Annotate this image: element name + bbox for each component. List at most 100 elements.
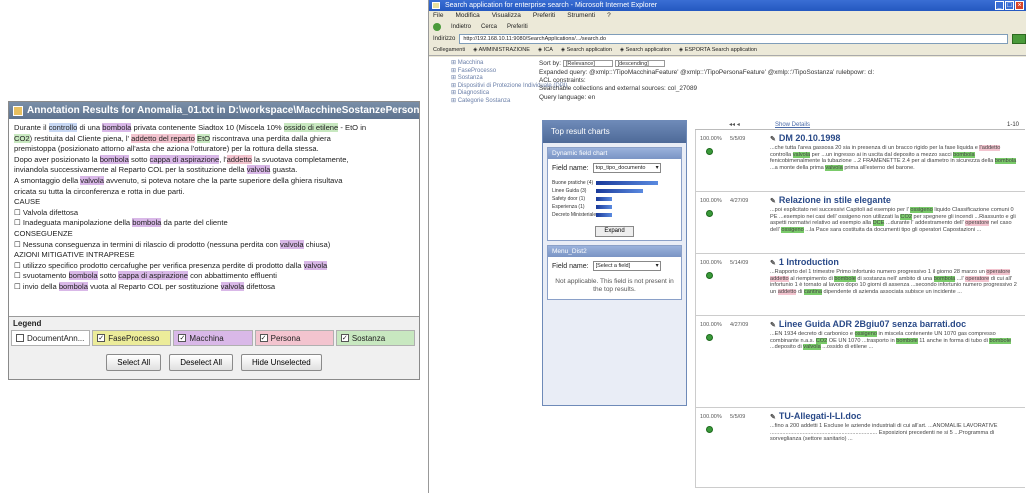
result-title-text[interactable]: TU-Allegati-I-LI.doc — [779, 411, 862, 421]
paging[interactable]: 1-10 — [1007, 120, 1019, 130]
checkbox[interactable]: ✓ — [340, 334, 349, 342]
minimize-icon[interactable]: _ — [995, 1, 1004, 10]
hide-unselected-button[interactable]: Hide Unselected — [241, 354, 322, 371]
relevance-icon — [706, 334, 713, 341]
annotation-highlight[interactable]: valvola — [220, 281, 245, 291]
annotation-highlight[interactable]: cappa di aspirazione — [118, 271, 189, 281]
bar[interactable] — [596, 197, 612, 201]
menu-item[interactable]: Modifica — [455, 11, 479, 21]
legend-category-persona[interactable]: ✓ Persona — [254, 330, 334, 346]
menu-item[interactable]: File — [433, 11, 443, 21]
result-title[interactable]: ✎ Relazione in stile elegante — [770, 195, 891, 205]
checkbox[interactable] — [16, 334, 24, 342]
text-line: ☐ invio della bombola vuota al Reparto C… — [14, 281, 414, 293]
checkbox[interactable]: ✓ — [178, 334, 187, 342]
browser-title-bar[interactable]: Search application for enterprise search… — [429, 0, 1026, 11]
page-nav-icon[interactable]: ◂◂ ◂ — [729, 120, 740, 130]
link-item[interactable]: ◈ Search application — [561, 45, 612, 55]
menu-item[interactable]: Strumenti — [567, 11, 595, 21]
document-icon: ✎ — [770, 198, 776, 205]
annotation-highlight[interactable]: bombola — [99, 154, 129, 164]
link-label[interactable]: AMMINISTRAZIONE — [479, 47, 530, 53]
link-item[interactable]: ◈ Search application — [620, 45, 671, 55]
go-button[interactable] — [1012, 34, 1026, 44]
result-title-text[interactable]: 1 Introduction — [779, 257, 839, 267]
checkbox[interactable]: ✓ — [259, 334, 268, 342]
menu-dist-title[interactable]: Menu_Dist2 — [548, 246, 681, 257]
result-date: 5/5/09 — [730, 414, 746, 420]
back-icon[interactable] — [433, 23, 441, 31]
text-span: - EtO in — [338, 123, 367, 132]
address-input[interactable]: http://192.168.10.11:9080/SearchApplicat… — [459, 34, 1008, 44]
legend-category-sostanza[interactable]: ✓ Sostanza — [335, 330, 416, 346]
text-span: A smontaggio della — [14, 175, 81, 185]
link-label[interactable]: Search application — [567, 47, 612, 53]
annotation-highlight[interactable]: ossido di etilene — [283, 123, 339, 132]
search-label[interactable]: Cerca — [481, 21, 497, 33]
bar[interactable] — [596, 205, 612, 209]
text-line: premistoppa (posizionato attorno all'ast… — [14, 144, 414, 155]
bar[interactable] — [596, 189, 643, 193]
checkbox[interactable]: ✓ — [97, 334, 106, 342]
result-title[interactable]: ✎ TU-Allegati-I-LI.doc — [770, 411, 861, 421]
select-all-button[interactable]: Select All — [106, 354, 162, 371]
deselect-all-button[interactable]: Deselect All — [169, 354, 233, 371]
result-title[interactable]: ✎ 1 Introduction — [770, 257, 839, 267]
expand-button[interactable]: Expand — [595, 226, 634, 237]
annotation-title-bar[interactable]: Annotation Results for Anomalia_01.txt i… — [9, 102, 419, 119]
field-name-label: Field name: — [552, 164, 589, 172]
link-item[interactable]: ◈ AMMINISTRAZIONE — [473, 45, 530, 55]
text-span: ☐ Nessuna conseguenza in termini di rila… — [14, 239, 280, 249]
legend-category-label: Persona — [270, 333, 301, 343]
text-span: ☐ svuotamento — [14, 271, 69, 281]
link-item[interactable]: ◈ ICA — [538, 45, 553, 55]
annotation-highlight[interactable]: cappa di aspirazione — [149, 154, 220, 164]
result-title-text[interactable]: Linee Guida ADR 2Bgiu07 senza barrati.do… — [779, 319, 966, 329]
menu-item[interactable]: Preferiti — [533, 11, 555, 21]
favorites-label[interactable]: Preferiti — [507, 21, 528, 33]
field-name-select-2[interactable]: [Select a field] — [592, 261, 661, 271]
link-item[interactable]: ◈ ESPORTA Search application — [679, 45, 757, 55]
result-title-text[interactable]: Relazione in stile elegante — [779, 195, 891, 205]
bar[interactable] — [596, 181, 658, 185]
legend-category-faseprocesso[interactable]: ✓ FaseProcesso — [92, 330, 172, 346]
maximize-icon[interactable]: □ — [1005, 1, 1014, 10]
annotation-highlight[interactable]: controllo — [48, 123, 78, 132]
result-title-text[interactable]: DM 20.10.1998 — [779, 133, 841, 143]
annotation-highlight[interactable]: valvola — [246, 165, 271, 175]
show-details-link[interactable]: Show Details — [775, 120, 810, 130]
dynamic-field-chart-title[interactable]: Dynamic field chart — [548, 148, 681, 159]
results-header: ◂◂ ◂ Show Details 1-10 — [695, 120, 1025, 130]
annotation-highlight[interactable]: EtO — [197, 133, 211, 143]
menu-item[interactable]: Visualizza — [492, 11, 521, 21]
annotation-highlight[interactable]: valvola — [280, 239, 304, 249]
bar[interactable] — [596, 213, 612, 217]
sort-by-select[interactable]: [Relevance] — [562, 60, 613, 67]
close-icon[interactable]: × — [1015, 1, 1024, 10]
result-title[interactable]: ✎ Linee Guida ADR 2Bgiu07 senza barrati.d… — [770, 319, 966, 329]
annotation-highlight[interactable]: bombola — [132, 218, 162, 228]
legend-category-documentann[interactable]: DocumentAnn... — [11, 330, 91, 346]
annotation-highlight[interactable]: valvola — [80, 175, 104, 185]
annotation-highlight[interactable]: CO2 — [14, 133, 30, 143]
annotation-highlight[interactable]: bombola — [58, 281, 88, 291]
annotated-text: Durante il controllo di una bombola priv… — [9, 119, 419, 318]
legend-category-macchina[interactable]: ✓ Macchina — [173, 330, 253, 346]
result-title[interactable]: ✎ DM 20.10.1998 — [770, 133, 840, 143]
annotation-highlight[interactable]: addetto del reparto — [131, 133, 195, 143]
menu-item[interactable]: ? — [607, 11, 611, 21]
link-label[interactable]: Search application — [626, 47, 671, 53]
annotation-highlight[interactable]: addetto — [226, 154, 252, 164]
link-label[interactable]: ICA — [544, 47, 553, 53]
sort-order-select[interactable]: [descending] — [614, 60, 665, 67]
field-name-select[interactable]: top_tipo_documento — [592, 163, 661, 173]
annotation-highlight[interactable]: bombola — [102, 123, 132, 132]
result-date: 4/27/09 — [730, 322, 749, 328]
back-label[interactable]: Indietro — [451, 21, 471, 33]
browser-window: Search application for enterprise search… — [428, 0, 1026, 493]
annotation-highlight[interactable]: bombola — [68, 271, 98, 281]
result-item: 100.00% 4/27/09 ✎ Relazione in stile elegan… — [695, 192, 1025, 254]
link-label[interactable]: ESPORTA Search application — [685, 47, 757, 53]
snippet-highlight: operatore — [965, 275, 990, 282]
annotation-highlight[interactable]: valvola — [303, 260, 328, 270]
